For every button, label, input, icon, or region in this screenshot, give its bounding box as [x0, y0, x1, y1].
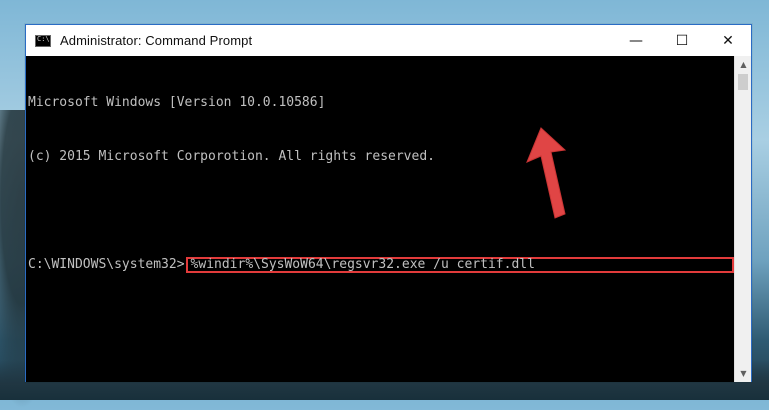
vertical-scrollbar[interactable]: ▲ ▼	[734, 56, 751, 382]
scroll-up-icon[interactable]: ▲	[735, 56, 752, 73]
close-icon[interactable]: ✕	[705, 25, 751, 56]
maximize-icon[interactable]: ☐	[659, 25, 705, 56]
cmd-icon	[35, 34, 51, 47]
scroll-down-icon[interactable]: ▼	[735, 365, 752, 382]
window-controls: — ☐ ✕	[613, 25, 751, 56]
arrow-pointer-icon	[526, 127, 567, 219]
command-text[interactable]: %windir%\SysWoW64\regsvr32.exe /u certif…	[191, 256, 535, 274]
console-area[interactable]: Microsoft Windows [Version 10.0.10586] (…	[26, 56, 734, 382]
window-title: Administrator: Command Prompt	[60, 33, 253, 48]
scroll-thumb[interactable]	[738, 74, 748, 90]
console-line: Microsoft Windows [Version 10.0.10586]	[28, 95, 326, 110]
minimize-icon[interactable]: —	[613, 25, 659, 56]
highlighted-command-box[interactable]: %windir%\SysWoW64\regsvr32.exe /u certif…	[185, 256, 734, 274]
title-bar[interactable]: Administrator: Command Prompt — ☐ ✕	[26, 25, 751, 56]
prompt-line: C:\WINDOWS\system32> %windir%\SysWoW64\r…	[28, 256, 734, 274]
command-prompt-window[interactable]: Administrator: Command Prompt — ☐ ✕ Micr…	[25, 24, 752, 382]
console-line: (c) 2015 Microsoft Corporotion. All righ…	[28, 149, 435, 164]
prompt-text: C:\WINDOWS\system32>	[28, 257, 185, 272]
